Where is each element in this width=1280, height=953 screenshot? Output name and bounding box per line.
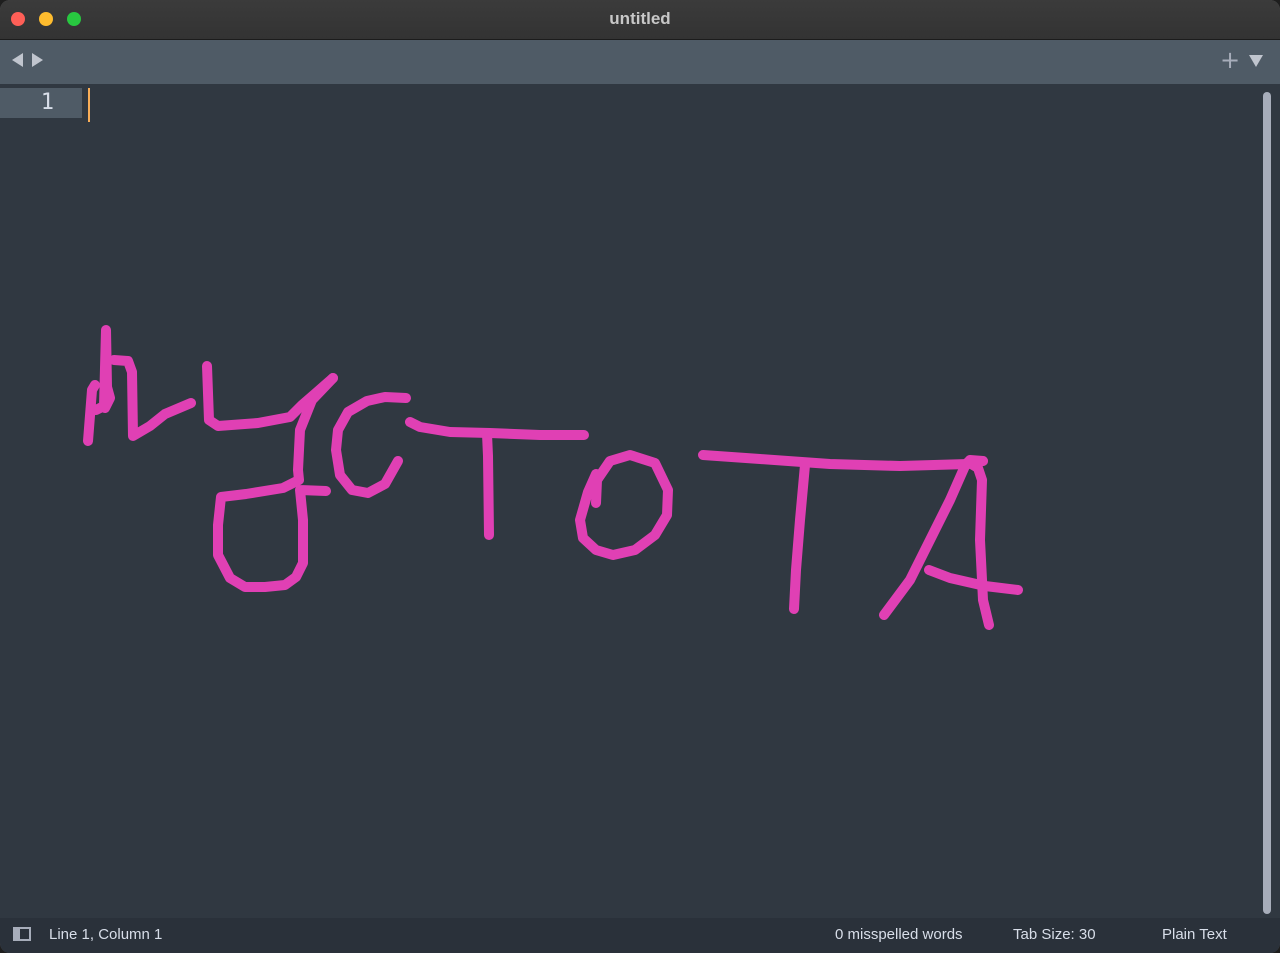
sidebar-toggle-icon[interactable]	[13, 927, 31, 941]
status-bar: Line 1, Column 1 0 misspelled words Tab …	[0, 918, 1280, 953]
syntax-selector[interactable]: Plain Text	[1162, 926, 1227, 943]
tab-bar: +	[0, 40, 1280, 84]
editor-window: untitled + 1 Line 1, Column 1 0 misspell…	[0, 0, 1280, 953]
title-bar[interactable]: untitled	[0, 0, 1280, 40]
text-caret	[88, 88, 90, 122]
forward-icon[interactable]	[32, 53, 43, 67]
spelling-status[interactable]: 0 misspelled words	[835, 926, 963, 943]
vertical-scrollbar-thumb[interactable]	[1263, 92, 1271, 914]
plus-icon[interactable]: +	[1220, 48, 1240, 72]
line-number: 1	[40, 90, 54, 115]
text-editor[interactable]: 1	[0, 84, 1280, 918]
cursor-position[interactable]: Line 1, Column 1	[49, 926, 162, 943]
window-title: untitled	[609, 9, 671, 28]
tab-size-selector[interactable]: Tab Size: 30	[1013, 926, 1096, 943]
back-icon[interactable]	[12, 53, 23, 67]
dropdown-icon[interactable]	[1249, 55, 1263, 67]
